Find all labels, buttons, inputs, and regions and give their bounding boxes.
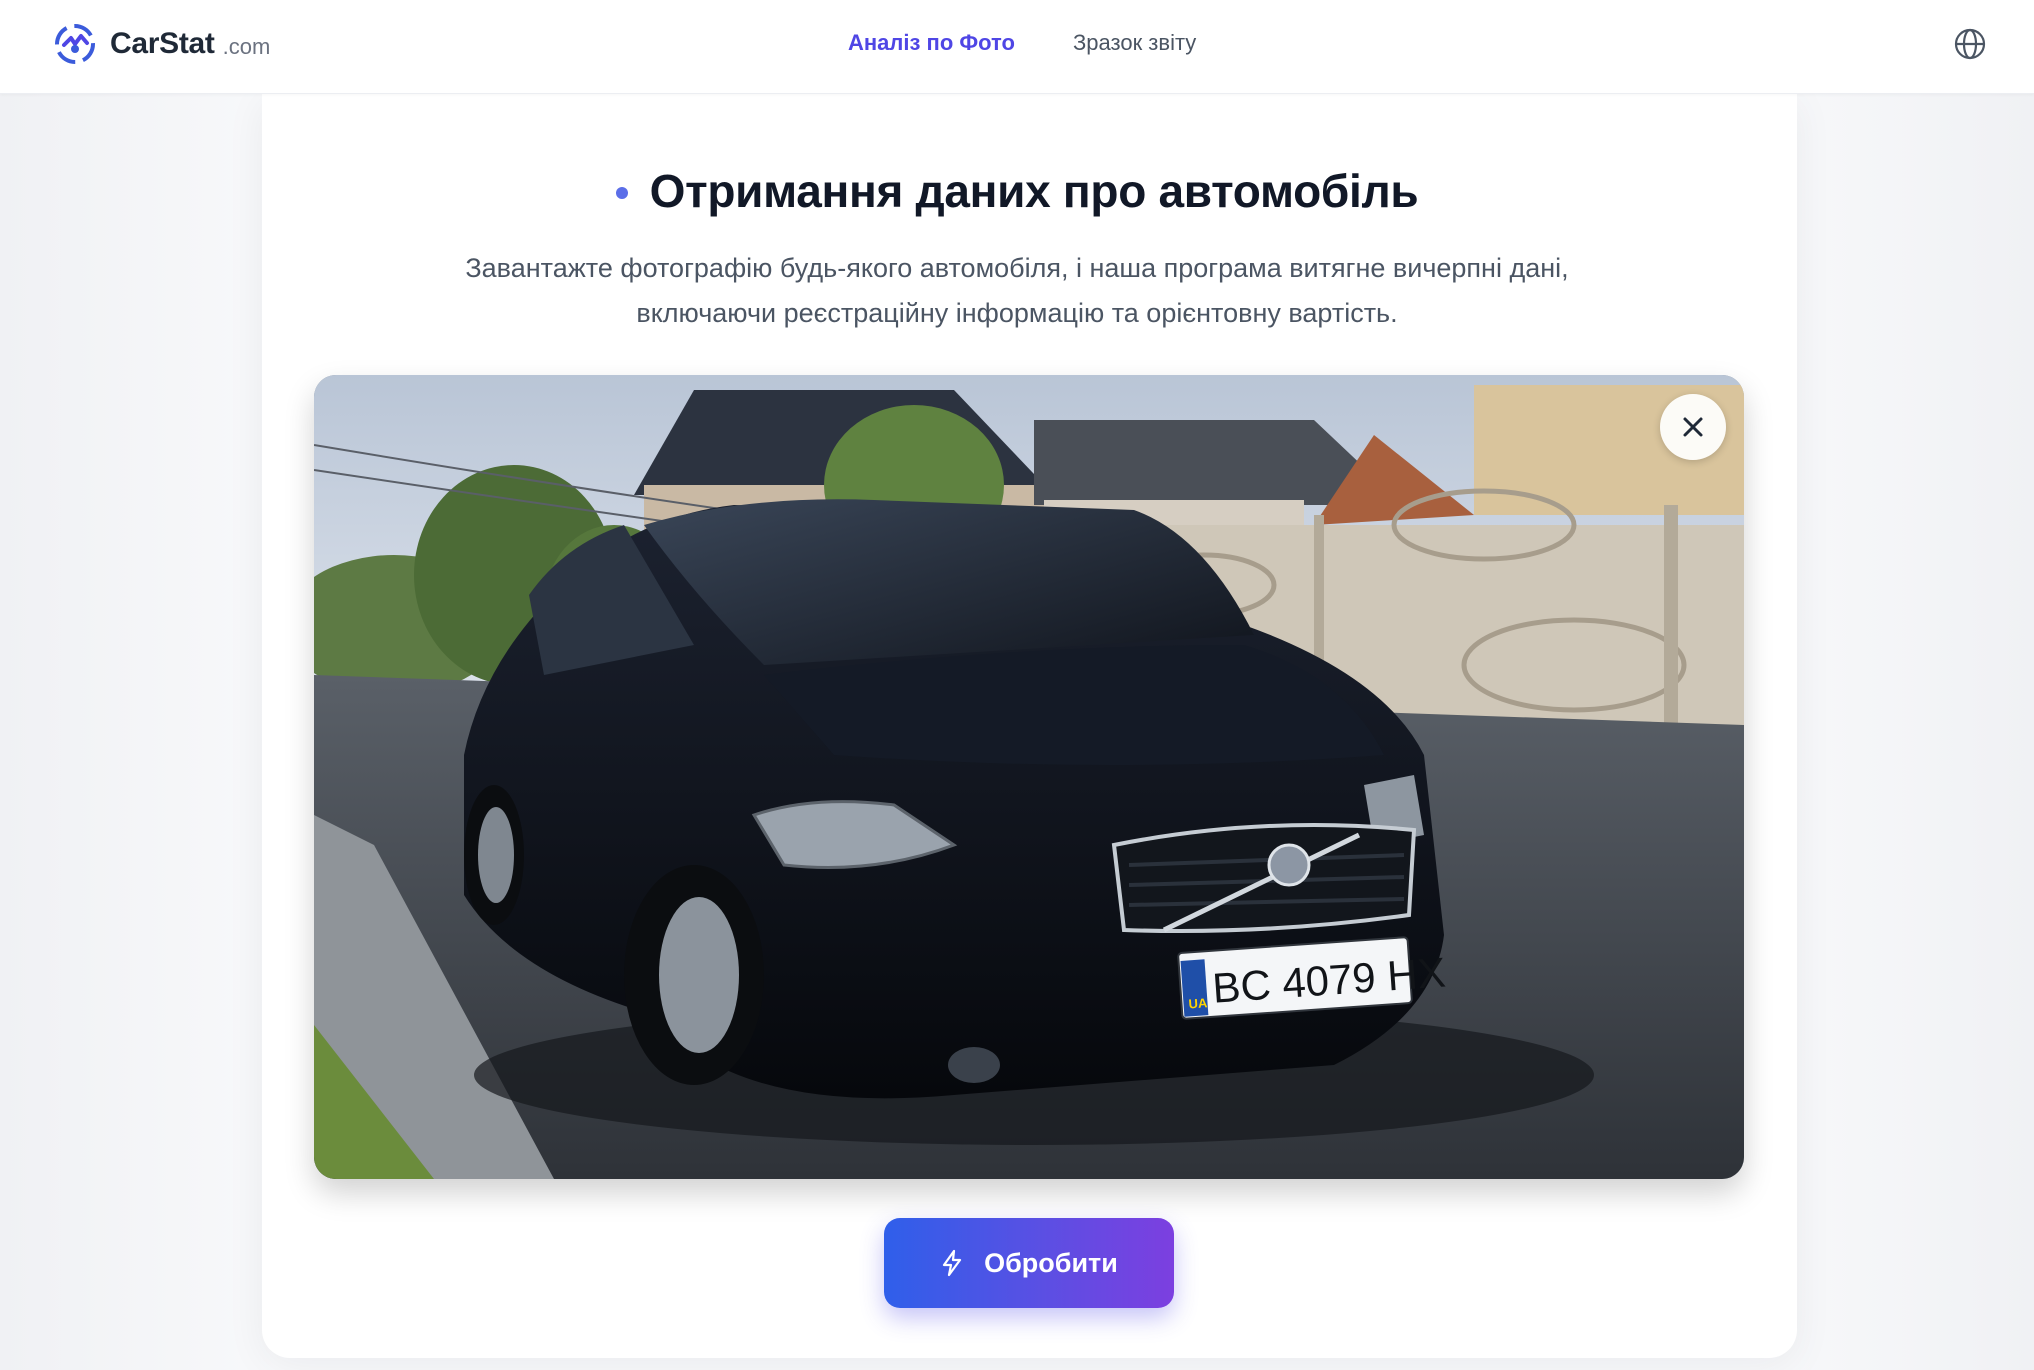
plate-country: UA <box>1188 995 1208 1011</box>
brand-name: CarStat <box>110 27 215 60</box>
lightning-icon <box>943 1249 962 1277</box>
page-subtitle: Завантажте фотографію будь-якого автомоб… <box>465 253 1569 328</box>
logo-icon <box>55 24 95 64</box>
globe-icon[interactable] <box>1953 27 1987 61</box>
title-row: Отримання даних про автомобіль <box>0 164 2034 218</box>
remove-photo-button[interactable] <box>1660 394 1726 460</box>
brand-logo[interactable]: CarStat .com <box>54 22 270 66</box>
uploaded-car-photo: UA BC 4079 HX <box>314 375 1744 1179</box>
car-photo-illustration: UA BC 4079 HX <box>314 375 1744 1179</box>
nav-sample-report[interactable]: Зразок звіту <box>1073 30 1196 56</box>
process-button-label: Обробити <box>984 1247 1118 1278</box>
title-bullet <box>615 187 628 199</box>
process-button[interactable]: Обробити <box>884 1218 1174 1308</box>
main-nav: Аналіз по Фото Зразок звіту <box>848 28 1196 58</box>
nav-photo-analysis[interactable]: Аналіз по Фото <box>848 30 1015 56</box>
top-header: CarStat .com Аналіз по Фото Зразок звіту <box>0 0 2034 94</box>
close-icon <box>1683 417 1703 437</box>
page-title: Отримання даних про автомобіль <box>649 165 1419 217</box>
brand-domain: .com <box>222 34 271 59</box>
